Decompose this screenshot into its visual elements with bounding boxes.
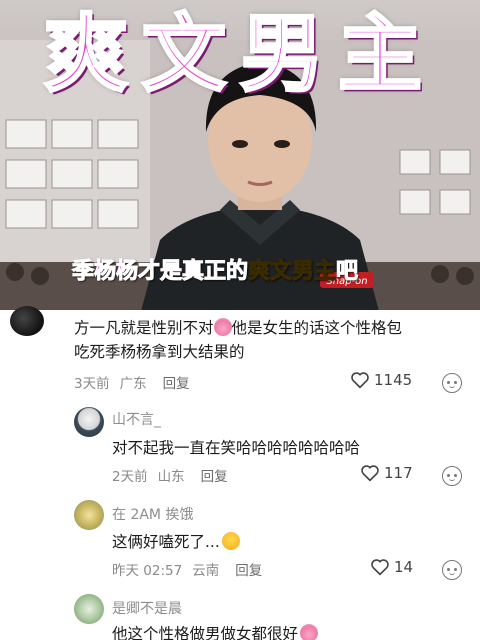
comment-text: 他这个性格做男做女都很好 [112, 622, 319, 640]
comment-text: 对不起我一直在笑哈哈哈哈哈哈哈哈 [112, 439, 361, 457]
avatar[interactable] [74, 594, 104, 624]
like-button[interactable]: 1145 [350, 371, 412, 389]
avatar[interactable] [74, 500, 104, 530]
comment-time: 2天前 [112, 469, 148, 485]
comment-time: 3天前 [74, 376, 110, 392]
video-caption: 季杨杨才是真正的爽文男主吧 [71, 253, 359, 285]
heart-icon [371, 559, 389, 576]
comment-text: 这俩好嗑死了... [112, 530, 240, 554]
caption-text: 季杨杨才是真正的 [71, 259, 249, 285]
commenter-avatar[interactable] [10, 306, 44, 336]
comment-location: 山东 [157, 469, 185, 485]
reply-button[interactable]: 回复 [201, 465, 228, 485]
heart-icon [361, 465, 379, 482]
more-emoji-icon[interactable] [442, 466, 462, 486]
comment-meta: 2天前 山东 回复 [112, 465, 228, 485]
like-button[interactable]: 117 [360, 464, 413, 482]
laugh-emoji-icon [213, 318, 232, 336]
laugh-emoji-icon [300, 624, 319, 640]
like-button[interactable]: 14 [370, 558, 413, 576]
caption-highlight: 爽文男主 [248, 259, 337, 285]
like-count: 117 [384, 464, 413, 482]
comment-location: 云南 [192, 563, 220, 579]
reply-button[interactable]: 回复 [163, 372, 190, 392]
comment-meta: 昨天 02:57 云南 回复 [112, 559, 262, 579]
like-count: 14 [394, 558, 414, 576]
more-emoji-icon[interactable] [442, 373, 462, 393]
avatar[interactable] [74, 407, 104, 437]
hero-title: 爽文男主 [42, 4, 436, 105]
heart-icon [351, 372, 369, 389]
blush-emoji-icon [221, 532, 240, 550]
comment-location: 广东 [119, 376, 147, 392]
comment-text: 方一凡就是性别不对 他是女生的话这个性格包 吃死季杨杨拿到大结果的 [74, 318, 403, 361]
video-cover-image[interactable]: Snap-on 爽文男主 季杨杨才是真正的爽文男主吧 [0, 0, 480, 310]
comment-time: 昨天 02:57 [112, 563, 183, 579]
comment-username[interactable]: 是卿不是晨 [112, 598, 182, 618]
caption-end: 吧 [336, 259, 359, 285]
more-emoji-icon[interactable] [442, 560, 462, 580]
comment-meta: 3天前 广东 回复 [74, 372, 190, 392]
like-count: 1145 [374, 371, 413, 389]
comment-username[interactable]: 在 2AM 挨饿 [112, 504, 193, 524]
reply-button[interactable]: 回复 [235, 559, 262, 579]
comment-username[interactable]: 山不言_ [112, 409, 161, 429]
